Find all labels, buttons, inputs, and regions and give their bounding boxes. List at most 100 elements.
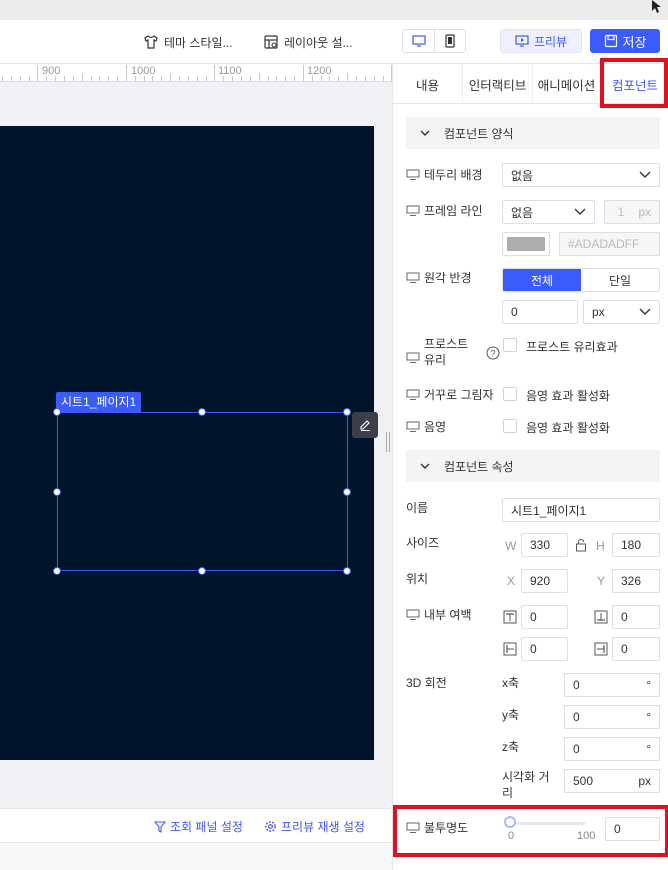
corner-radius-input[interactable]: 0 [502,300,578,324]
degree-unit: ° [646,678,651,692]
tab-content[interactable]: 내용 [393,64,463,104]
frame-width-value: 1 [617,205,625,219]
help-icon[interactable]: ? [486,346,500,360]
color-swatch-fill [507,237,545,251]
rotate-z-label: z축 [502,740,520,754]
selected-component[interactable] [57,412,348,571]
ruler-tick [99,76,101,81]
monitor-icon [406,389,420,400]
component-style-header[interactable]: 컴포넌트 양식 [406,117,660,149]
x-value: 920 [530,574,551,588]
frame-width-unit: px [638,205,651,219]
frame-line-value: 없음 [511,205,534,220]
padding-top-input[interactable]: 0 [521,605,568,629]
padding-bottom-input[interactable]: 0 [612,605,660,629]
edit-component-button[interactable] [352,412,378,438]
view-distance-text-line1: 시각화 거 [502,770,550,784]
x-input[interactable]: 920 [521,569,568,593]
corner-unit-select[interactable]: px [583,300,660,324]
shadow-checkbox[interactable] [503,419,517,433]
resize-handle[interactable] [53,488,61,496]
corner-radius-value: 0 [511,305,518,319]
padding-left-value: 0 [530,642,537,656]
rotate-x-label: x축 [502,676,520,690]
chevron-down-icon [639,308,651,315]
preview-button[interactable]: 프리뷰 [500,29,582,53]
height-input[interactable]: 180 [612,533,660,557]
border-bg-select[interactable]: 없음 [502,163,660,187]
monitor-icon [406,169,420,180]
aspect-lock-icon[interactable] [575,538,587,552]
rotate-x-input[interactable]: 0 ° [564,673,660,697]
top-toolbar: 테마 스타일... 레이아웃 설... 프리뷰 저장 [0,20,668,64]
opacity-value: 0 [614,822,621,836]
frost-glass-label: 프로스트 유리 [406,336,468,368]
opacity-slider-handle[interactable] [504,816,516,828]
resize-handle[interactable] [53,567,61,575]
shadow-label: 음영 [406,418,446,435]
component-props-header[interactable]: 컴포넌트 속성 [406,450,660,482]
layout-icon [264,35,278,49]
ruler-tick [37,65,39,81]
degree-unit: ° [646,710,651,724]
ruler-tick [19,76,21,81]
ruler-tick [329,76,331,81]
save-label: 저장 [622,34,647,50]
frame-color-swatch[interactable] [502,232,550,256]
resize-handle[interactable] [343,488,351,496]
padding-label: 내부 여백 [406,606,472,623]
preview-play-settings-link[interactable]: 프리뷰 재생 설정 [264,818,365,835]
corner-single-button[interactable]: 단일 [581,269,659,291]
padding-left-icon [503,642,517,656]
reflection-checkbox[interactable] [503,387,517,401]
degree-unit: ° [646,742,651,756]
resize-handle[interactable] [53,408,61,416]
rotate-z-input[interactable]: 0 ° [564,737,660,761]
corner-radius-text: 원각 반경 [424,271,472,285]
resize-handle[interactable] [343,408,351,416]
border-bg-label: 테두리 배경 [406,166,483,183]
ruler-tick [108,76,110,81]
desktop-view-button[interactable] [403,30,434,52]
theme-style-button[interactable]: 테마 스타일... [143,32,233,52]
opacity-max-label: 100 [577,830,596,842]
border-bg-text: 테두리 배경 [424,168,483,182]
opacity-input[interactable]: 0 [605,817,660,841]
layout-settings-label: 레이아웃 설... [284,35,353,50]
view-distance-input[interactable]: 500 px [564,769,660,793]
width-value: 330 [530,538,551,552]
opacity-slider-track[interactable] [509,822,585,825]
ruler-tick [276,76,278,81]
frame-width-input[interactable]: 1 px [604,200,660,224]
corner-all-button[interactable]: 전체 [503,269,581,291]
padding-right-input[interactable]: 0 [612,637,660,661]
panel-splitter[interactable] [386,432,390,452]
ruler-tick [267,76,269,81]
width-input[interactable]: 330 [521,533,568,557]
query-panel-settings-link[interactable]: 조회 패널 설정 [154,818,243,835]
frame-color-hex-input[interactable]: #ADADADFF [559,232,660,256]
component-props-title: 컴포넌트 속성 [444,459,514,474]
layout-settings-button[interactable]: 레이아웃 설... [263,32,353,52]
resize-handle[interactable] [198,408,206,416]
ruler-tick [90,76,92,81]
y-input[interactable]: 326 [612,569,660,593]
frame-line-select[interactable]: 없음 [502,200,595,224]
ruler-tick [46,76,48,81]
resize-handle[interactable] [343,567,351,575]
tab-component[interactable]: 컴포넌트 [601,64,668,104]
rotate-y-input[interactable]: 0 ° [564,705,660,729]
tab-animation[interactable]: 애니메이션 [533,64,601,104]
padding-left-input[interactable]: 0 [521,637,568,661]
ruler-tick [205,76,207,81]
tab-interactive[interactable]: 인터랙티브 [463,64,533,104]
resize-handle[interactable] [198,567,206,575]
name-input[interactable]: 시트1_페이지1 [502,498,660,522]
shadow-text: 음영 [424,420,447,434]
ruler-tick [364,76,366,81]
save-button[interactable]: 저장 [590,29,660,53]
mobile-view-button[interactable] [434,30,465,52]
ruler-tick [187,76,189,81]
padding-text: 내부 여백 [424,608,472,622]
frost-glass-checkbox[interactable] [503,338,517,352]
